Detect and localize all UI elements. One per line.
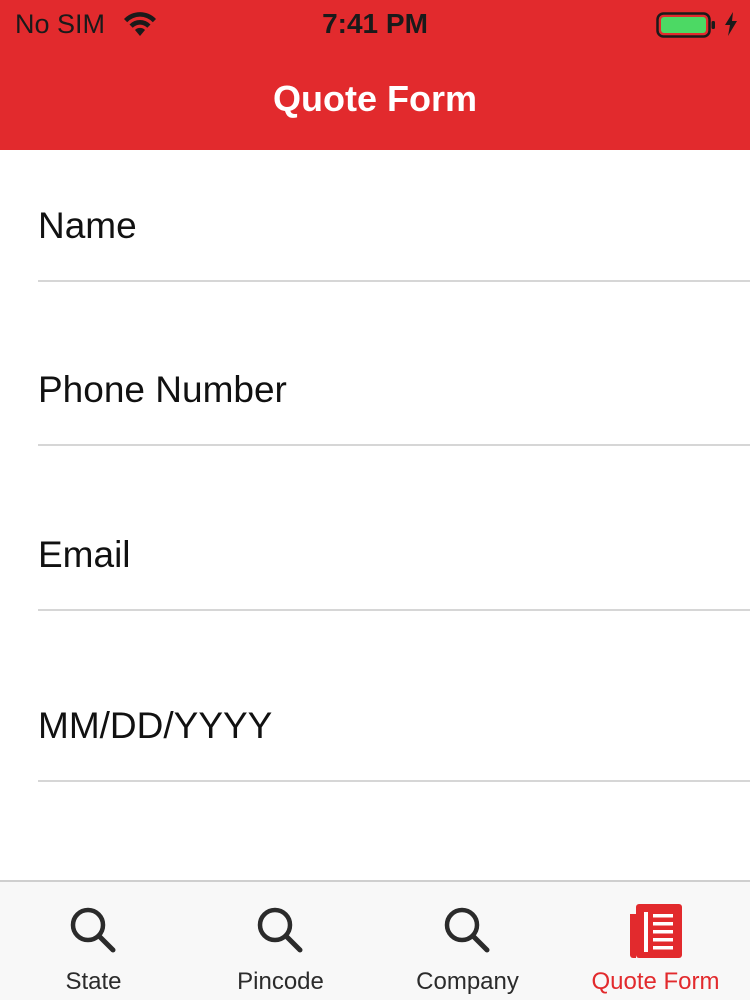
form-document-icon bbox=[629, 904, 682, 958]
page-title: Quote Form bbox=[273, 78, 477, 119]
search-icon bbox=[257, 907, 302, 953]
tab-pincode[interactable]: Pincode bbox=[187, 882, 374, 1000]
search-icon bbox=[70, 907, 115, 953]
tab-bar: State Pincode Company Quote Form bbox=[0, 880, 750, 1000]
partially-visible-field-row bbox=[38, 800, 750, 880]
header: No SIM 7:41 PM Quote Form bbox=[0, 0, 750, 150]
date-input[interactable] bbox=[38, 702, 738, 750]
tab-label-pincode: Pincode bbox=[237, 968, 324, 995]
email-field-row bbox=[38, 465, 750, 611]
name-input[interactable] bbox=[38, 202, 738, 250]
email-input[interactable] bbox=[38, 531, 738, 579]
tab-label-company: Company bbox=[416, 968, 519, 995]
status-time: 7:41 PM bbox=[322, 8, 428, 39]
tab-company[interactable]: Company bbox=[374, 882, 561, 1000]
search-icon bbox=[444, 907, 489, 953]
tab-state[interactable]: State bbox=[0, 882, 187, 1000]
battery-icon bbox=[656, 12, 715, 38]
date-field-row bbox=[38, 630, 750, 782]
quote-form-screen: No SIM 7:41 PM Quote Form Name Phone Num… bbox=[0, 0, 750, 1000]
name-field-row bbox=[38, 150, 750, 282]
phone-field-row bbox=[38, 300, 750, 446]
tab-quote-form[interactable]: Quote Form bbox=[562, 882, 749, 1000]
tab-label-quote-form: Quote Form bbox=[591, 968, 720, 995]
quote-form bbox=[0, 150, 750, 880]
tab-label-state: State bbox=[65, 968, 122, 995]
status-bar: No SIM 7:41 PM bbox=[0, 0, 750, 50]
phone-number-input[interactable] bbox=[38, 366, 738, 414]
charging-bolt-icon bbox=[725, 12, 737, 36]
